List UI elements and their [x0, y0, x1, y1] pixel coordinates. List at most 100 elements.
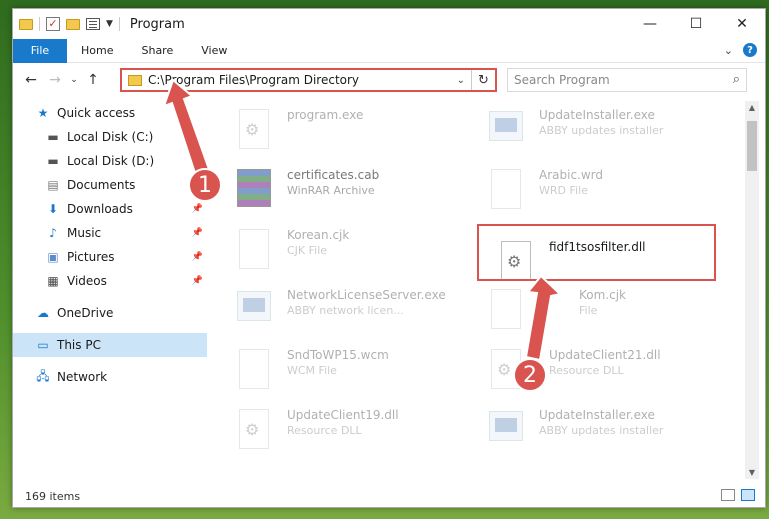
file-name: program.exe: [287, 108, 364, 122]
tab-view[interactable]: View: [187, 44, 241, 57]
sidebar-item-label: OneDrive: [57, 306, 114, 320]
scroll-up-icon[interactable]: ▲: [745, 103, 759, 112]
sidebar-item-label: Local Disk (D:): [67, 154, 155, 168]
search-placeholder: Search Program: [514, 73, 610, 87]
window-title: Program: [129, 16, 185, 32]
up-button[interactable]: ↑: [81, 72, 105, 88]
refresh-icon[interactable]: ↻: [471, 70, 495, 90]
document-file-icon: [233, 347, 277, 395]
details-view-icon[interactable]: [721, 489, 735, 501]
file-name: Arabic.wrd: [539, 168, 604, 182]
sidebar-item-label: Documents: [67, 178, 136, 192]
file-item[interactable]: Korean.cjk CJK File: [233, 227, 473, 283]
file-item[interactable]: program.exe: [233, 107, 473, 163]
document-file-icon: [485, 287, 529, 335]
maximize-button[interactable]: ☐: [673, 9, 719, 39]
documents-icon: ▤: [47, 178, 59, 192]
file-item[interactable]: NetworkLicenseServer.exe ABBY network lic…: [233, 287, 473, 343]
address-row: ← → ⌄ ↑ C:\Program Files\Program Directo…: [13, 64, 765, 96]
file-name: Korean.cjk: [287, 228, 350, 242]
target-file-highlight: [477, 224, 716, 281]
sidebar-item-onedrive[interactable]: ☁ OneDrive: [13, 301, 207, 325]
quick-access-toolbar: ✓ ▼: [13, 17, 120, 31]
cloud-icon: ☁: [37, 306, 49, 320]
sidebar-item-network[interactable]: 🖧 Network: [13, 365, 207, 389]
window-controls: — ☐ ✕: [627, 9, 765, 39]
expand-ribbon-icon[interactable]: ⌄: [724, 44, 733, 57]
scroll-down-icon[interactable]: ▼: [745, 468, 759, 477]
pin-icon[interactable]: 📌: [192, 228, 203, 238]
file-type: WinRAR Archive: [287, 184, 375, 197]
file-item[interactable]: Arabic.wrd WRD File: [485, 167, 725, 223]
tab-home[interactable]: Home: [67, 44, 127, 57]
help-icon[interactable]: ?: [743, 43, 757, 57]
sidebar-item-music[interactable]: ♪ Music 📌: [13, 221, 207, 245]
sidebar-item-local-disk-c[interactable]: ▬ Local Disk (C:): [13, 125, 207, 149]
exe-file-icon: [233, 107, 277, 155]
exe-file-icon: [485, 407, 529, 455]
file-item[interactable]: UpdateInstaller.exe ABBY updates installe…: [485, 107, 725, 163]
address-bar[interactable]: C:\Program Files\Program Directory ⌄ ↻: [120, 68, 497, 92]
chevron-down-icon[interactable]: ⌄: [457, 75, 465, 86]
file-name: Kom.cjk: [579, 288, 626, 302]
file-name: NetworkLicenseServer.exe: [287, 288, 446, 302]
sidebar-item-local-disk-d[interactable]: ▬ Local Disk (D:): [13, 149, 207, 173]
file-type: ABBY updates installer: [539, 424, 664, 437]
back-button[interactable]: ←: [19, 72, 43, 88]
file-type: WCM File: [287, 364, 337, 377]
sidebar-item-quick-access[interactable]: ★ Quick access: [13, 101, 207, 125]
address-path[interactable]: C:\Program Files\Program Directory: [148, 73, 359, 87]
navigation-pane: ★ Quick access ▬ Local Disk (C:) ▬ Local…: [13, 101, 207, 481]
file-name: UpdateClient19.dll: [287, 408, 399, 422]
title-bar: ✓ ▼ Program — ☐ ✕: [13, 9, 765, 39]
file-name: UpdateInstaller.exe: [539, 108, 655, 122]
sidebar-item-documents[interactable]: ▤ Documents: [13, 173, 207, 197]
properties-icon[interactable]: [86, 18, 100, 30]
separator: [118, 17, 120, 31]
videos-icon: ▦: [47, 274, 59, 288]
file-type: File: [579, 304, 598, 317]
exe-file-icon: [233, 287, 277, 335]
file-item[interactable]: UpdateInstaller.exe ABBY updates installe…: [485, 407, 725, 463]
sidebar-item-this-pc[interactable]: ▭ This PC: [13, 333, 207, 357]
minimize-button[interactable]: —: [627, 9, 673, 39]
tab-share[interactable]: Share: [127, 44, 187, 57]
search-input[interactable]: Search Program ⌕: [507, 68, 747, 92]
sidebar-item-label: Quick access: [57, 106, 136, 120]
chevron-down-icon[interactable]: ▼: [106, 19, 113, 29]
vertical-scrollbar[interactable]: ▲ ▼: [745, 101, 759, 479]
sidebar-item-videos[interactable]: ▦ Videos 📌: [13, 269, 207, 293]
sidebar-item-label: Network: [57, 370, 108, 384]
scrollbar-thumb[interactable]: [747, 121, 757, 171]
properties-check-icon[interactable]: ✓: [46, 17, 60, 31]
file-item[interactable]: SndToWP15.wcm WCM File: [233, 347, 473, 403]
sidebar-item-label: Music: [67, 226, 102, 240]
separator: [39, 17, 40, 31]
recent-locations-button[interactable]: ⌄: [67, 75, 81, 85]
folder-icon: [128, 74, 142, 86]
file-type: WRD File: [539, 184, 588, 197]
drive-icon: ▬: [47, 130, 59, 144]
pin-icon[interactable]: 📌: [192, 252, 203, 262]
music-icon: ♪: [49, 226, 57, 240]
new-folder-icon[interactable]: [66, 18, 80, 30]
file-type: ABBY updates installer: [539, 124, 664, 137]
file-item[interactable]: certificates.cab WinRAR Archive: [233, 167, 473, 223]
step-marker-2: 2: [513, 358, 547, 392]
file-item[interactable]: UpdateClient19.dll Resource DLL: [233, 407, 473, 463]
file-tab[interactable]: File: [13, 38, 67, 63]
drive-icon: ▬: [47, 154, 59, 168]
sidebar-item-pictures[interactable]: ▣ Pictures 📌: [13, 245, 207, 269]
pin-icon[interactable]: 📌: [192, 204, 203, 214]
ribbon: File Home Share View ⌄ ?: [13, 38, 765, 63]
file-name: SndToWP15.wcm: [287, 348, 389, 362]
pin-icon[interactable]: 📌: [192, 276, 203, 286]
sidebar-item-label: Pictures: [67, 250, 115, 264]
close-button[interactable]: ✕: [719, 9, 765, 39]
computer-icon: ▭: [37, 338, 49, 352]
forward-button[interactable]: →: [43, 72, 67, 88]
tiles-view-icon[interactable]: [741, 489, 755, 501]
file-item[interactable]: Kom.cjk File: [485, 287, 725, 343]
search-icon[interactable]: ⌕: [733, 72, 740, 87]
sidebar-item-downloads[interactable]: ⬇ Downloads 📌: [13, 197, 207, 221]
